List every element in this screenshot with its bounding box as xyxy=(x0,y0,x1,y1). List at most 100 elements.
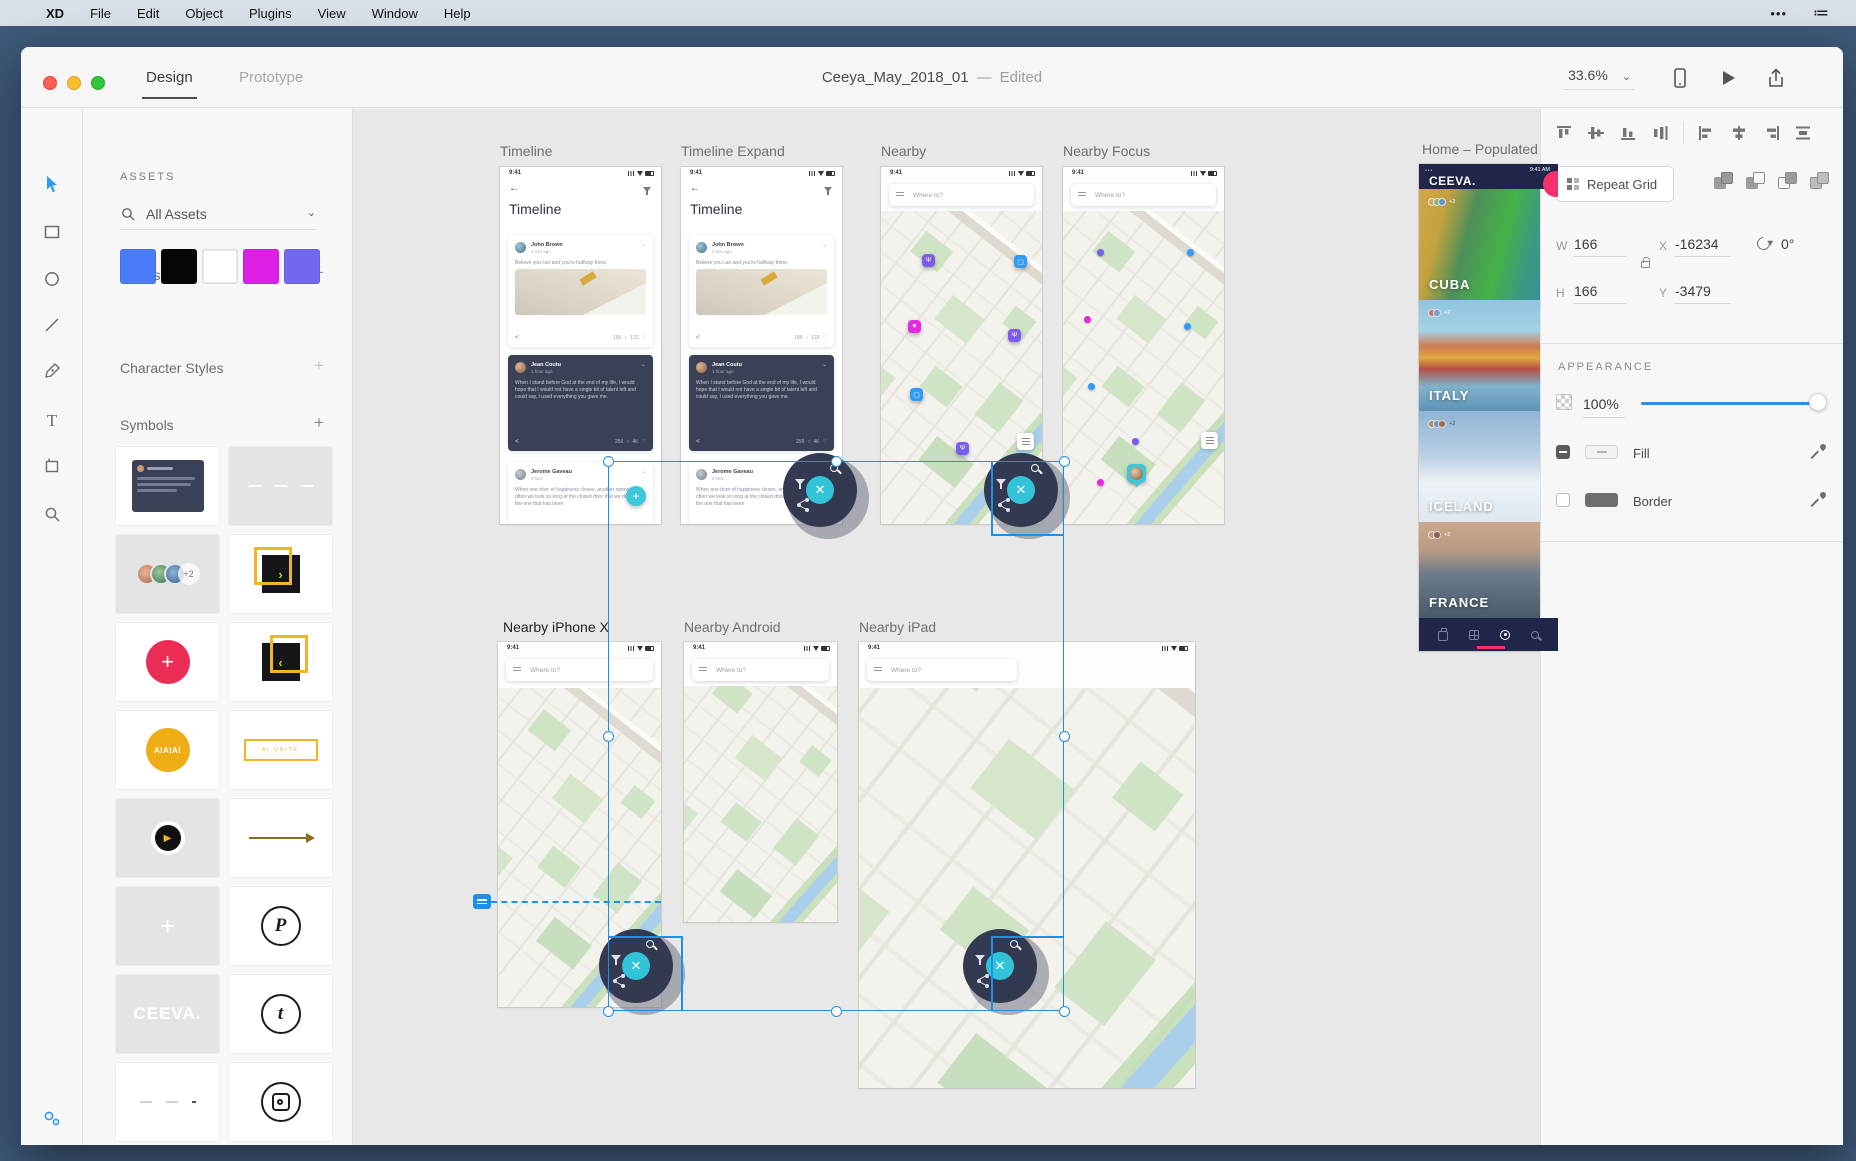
symbol-next-button[interactable]: › xyxy=(229,535,332,613)
artboard-label-timeline[interactable]: Timeline xyxy=(500,143,552,159)
fab-menu-expanded[interactable]: ✕ xyxy=(783,453,869,539)
opacity-slider-track[interactable] xyxy=(1641,402,1819,405)
symbol-tweet-card[interactable] xyxy=(116,447,219,525)
zoom-level-dropdown[interactable]: 33.6%⌄ xyxy=(1564,67,1635,90)
minimize-window-button[interactable] xyxy=(67,76,81,90)
ellipse-tool-button[interactable] xyxy=(37,264,67,294)
close-fab-button[interactable]: ✕ xyxy=(1007,476,1035,504)
color-swatch[interactable] xyxy=(202,249,238,284)
add-shape-button[interactable] xyxy=(1714,172,1733,191)
artboard-nearby-ipad[interactable]: 9:41 Where to? xyxy=(859,642,1195,1088)
symbol-arrow[interactable] xyxy=(229,799,332,877)
add-post-fab[interactable]: + xyxy=(626,486,646,506)
fab-menu-expanded[interactable]: ✕ xyxy=(963,929,1049,1015)
color-swatch[interactable] xyxy=(120,249,156,284)
select-tool-button[interactable] xyxy=(37,169,67,199)
close-fab-button[interactable]: ✕ xyxy=(622,952,650,980)
x-input[interactable]: -16234 xyxy=(1675,236,1731,257)
opacity-slider-knob[interactable] xyxy=(1809,393,1827,411)
border-checkbox[interactable] xyxy=(1556,493,1570,507)
artboard-label-nearby-iphonex[interactable]: Nearby iPhone X xyxy=(503,619,609,635)
artboard-timeline[interactable]: 9:41 ← Timeline John Brown 2 min ago ⌄ B… xyxy=(500,167,661,524)
y-input[interactable]: -3479 xyxy=(1675,283,1731,304)
artboard-label-nearby-android[interactable]: Nearby Android xyxy=(684,619,781,635)
repeat-grid-button[interactable]: Repeat Grid xyxy=(1556,166,1674,202)
selection-handle[interactable] xyxy=(831,1006,842,1017)
border-color-swatch[interactable] xyxy=(1585,493,1618,507)
menubar-list-icon[interactable]: ≔ xyxy=(1813,3,1830,23)
rotation-input[interactable]: 0° xyxy=(1781,236,1819,256)
menu-plugins[interactable]: Plugins xyxy=(249,6,292,21)
artboard-label-nearby[interactable]: Nearby xyxy=(881,143,926,159)
device-preview-button[interactable] xyxy=(1669,68,1691,88)
selection-handle[interactable] xyxy=(1059,731,1070,742)
align-vertical-center-button[interactable] xyxy=(1587,125,1605,141)
menu-file[interactable]: File xyxy=(90,6,111,21)
align-bottom-button[interactable] xyxy=(1619,125,1637,141)
symbol-add-button-red[interactable]: + xyxy=(116,623,219,701)
menu-edit[interactable]: Edit xyxy=(137,6,159,21)
play-preview-button[interactable] xyxy=(1717,68,1739,88)
fill-color-swatch[interactable] xyxy=(1585,445,1618,459)
symbol-pinterest[interactable]: P xyxy=(229,887,332,965)
symbol-placeholder-dashes[interactable] xyxy=(229,447,332,525)
pen-tool-button[interactable] xyxy=(37,356,67,386)
lock-aspect-icon[interactable] xyxy=(1641,261,1650,268)
color-swatch[interactable] xyxy=(161,249,197,284)
zoom-tool-button[interactable] xyxy=(37,499,67,529)
artboard-nearby-android[interactable]: 9:41 Where to? xyxy=(684,642,837,922)
selection-handle[interactable] xyxy=(603,731,614,742)
intersect-shape-button[interactable] xyxy=(1778,172,1797,191)
border-eyedropper-icon[interactable] xyxy=(1811,492,1827,508)
selection-handle[interactable] xyxy=(603,456,614,467)
assets-filter-dropdown[interactable]: All Assets ⌄ xyxy=(120,204,316,230)
symbol-add-placeholder[interactable]: + xyxy=(116,887,219,965)
symbol-prev-button[interactable]: ‹ xyxy=(229,623,332,701)
width-input[interactable]: 166 xyxy=(1574,236,1626,257)
artboard-home-populated[interactable]: ••• 9:41 AM CEEVA. +2 CUBA +2 ITALY +2 I… xyxy=(1419,164,1558,651)
distribute-horizontal-button[interactable] xyxy=(1794,125,1812,141)
symbol-instagram[interactable] xyxy=(229,1063,332,1141)
symbol-twitter[interactable]: t xyxy=(229,975,332,1053)
design-canvas[interactable]: Timeline Timeline Expand Nearby Nearby F… xyxy=(353,109,1561,1145)
text-tool-button[interactable]: T xyxy=(37,406,67,436)
fab-menu-expanded[interactable]: ✕ xyxy=(984,453,1070,539)
zoom-window-button[interactable] xyxy=(91,76,105,90)
symbol-aiaiai-logo[interactable]: AIAIAI xyxy=(116,711,219,789)
selection-handle[interactable] xyxy=(1059,456,1070,467)
fill-checkbox[interactable] xyxy=(1556,445,1570,459)
artboard-label-home-populated[interactable]: Home – Populated xyxy=(1422,141,1538,157)
selection-handle[interactable] xyxy=(603,1006,614,1017)
menubar-more-icon[interactable]: ••• xyxy=(1770,6,1787,21)
close-fab-button[interactable]: ✕ xyxy=(806,476,834,504)
close-window-button[interactable] xyxy=(43,76,57,90)
add-character-style-button[interactable]: + xyxy=(312,359,326,373)
tab-prototype[interactable]: Prototype xyxy=(239,47,303,108)
align-horizontal-center-button[interactable] xyxy=(1730,125,1748,141)
repeat-grid-drag-handle[interactable] xyxy=(473,894,491,909)
align-top-button[interactable] xyxy=(1555,125,1573,141)
artboard-label-timeline-expand[interactable]: Timeline Expand xyxy=(681,143,785,159)
exclude-overlap-button[interactable] xyxy=(1810,172,1829,191)
align-left-button[interactable] xyxy=(1698,125,1716,141)
tab-design[interactable]: Design xyxy=(146,47,193,108)
menu-view[interactable]: View xyxy=(318,6,346,21)
artboard-label-nearby-ipad[interactable]: Nearby iPad xyxy=(859,619,936,635)
align-right-button[interactable] xyxy=(1762,125,1780,141)
subtract-shape-button[interactable] xyxy=(1746,172,1765,191)
assets-panel-button[interactable] xyxy=(37,1103,67,1133)
menu-object[interactable]: Object xyxy=(185,6,223,21)
opacity-input[interactable]: 100% xyxy=(1583,396,1625,418)
menu-window[interactable]: Window xyxy=(372,6,418,21)
symbol-ceeva-logo[interactable]: CEEVA. xyxy=(116,975,219,1053)
symbol-avatar-group[interactable]: +2 xyxy=(116,535,219,613)
menu-help[interactable]: Help xyxy=(444,6,471,21)
artboard-label-nearby-focus[interactable]: Nearby Focus xyxy=(1063,143,1150,159)
fill-eyedropper-icon[interactable] xyxy=(1811,444,1827,460)
distribute-vertical-button[interactable] xyxy=(1651,125,1669,141)
rectangle-tool-button[interactable] xyxy=(37,217,67,247)
selection-handle[interactable] xyxy=(1059,1006,1070,1017)
symbol-yellow-outline-button[interactable]: AI UNITE xyxy=(229,711,332,789)
add-symbol-button[interactable]: + xyxy=(312,416,326,430)
height-input[interactable]: 166 xyxy=(1574,283,1626,304)
